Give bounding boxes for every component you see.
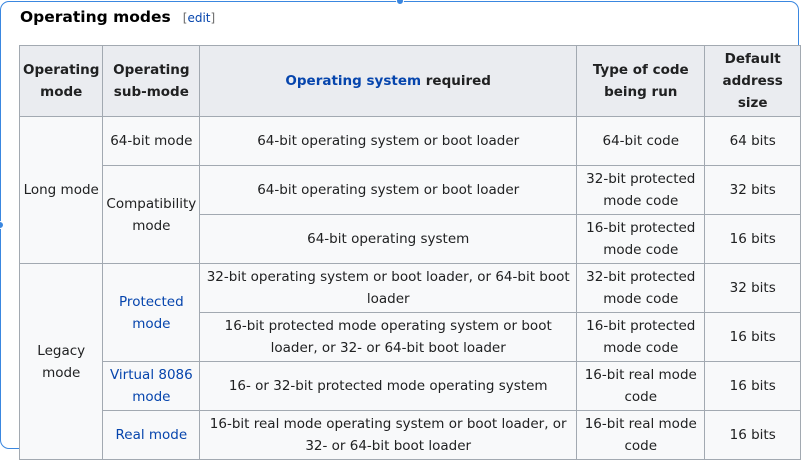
code-cell: 16-bit protected mode code <box>576 312 706 362</box>
operating-modes-table: Operating mode Operating sub-mode Operat… <box>18 45 801 460</box>
col-header-addr: Default address size <box>704 45 801 117</box>
os-cell: 16-bit real mode operating system or boo… <box>199 410 578 460</box>
addr-cell: 32 bits <box>704 165 801 215</box>
submode-link-virtual-8086[interactable]: Virtual 8086 mode <box>102 361 201 411</box>
code-cell: 32-bit protected mode code <box>576 165 706 215</box>
code-cell: 32-bit protected mode code <box>576 263 706 313</box>
edit-section: [edit] <box>182 11 216 25</box>
code-cell: 64-bit code <box>576 116 706 166</box>
edit-link[interactable]: edit <box>187 11 210 25</box>
submode-cell: Compatibility mode <box>102 165 201 264</box>
table-row: Compatibility mode 64-bit operating syst… <box>20 165 801 264</box>
os-cell: 64-bit operating system <box>199 214 578 264</box>
table-row: Real mode 16-bit real mode operating sys… <box>20 410 801 460</box>
table-row: Virtual 8086 mode 16- or 32-bit protecte… <box>20 361 801 411</box>
os-cell: 32-bit operating system or boot loader, … <box>199 263 578 313</box>
addr-cell: 16 bits <box>704 361 801 411</box>
col-header-mode: Operating mode <box>18 45 104 117</box>
os-cell: 64-bit operating system or boot loader <box>199 116 578 166</box>
submode-link-protected[interactable]: Protected mode <box>102 263 201 362</box>
addr-cell: 64 bits <box>704 116 801 166</box>
code-cell: 16-bit real mode code <box>576 410 706 460</box>
col-header-os: Operating system required <box>199 45 578 117</box>
col-header-submode: Operating sub-mode <box>102 45 201 117</box>
section-heading: Operating modes [edit] <box>20 8 215 32</box>
operating-system-link[interactable]: Operating system <box>285 73 421 89</box>
addr-cell: 16 bits <box>704 410 801 460</box>
os-cell: 16- or 32-bit protected mode operating s… <box>199 361 578 411</box>
table-header-row: Operating mode Operating sub-mode Operat… <box>18 45 801 117</box>
col-header-code: Type of code being run <box>576 45 706 117</box>
addr-cell: 32 bits <box>704 263 801 313</box>
table-row: Legacy mode Protected mode 32-bit operat… <box>18 263 801 460</box>
submode-link-real-mode[interactable]: Real mode <box>102 410 201 460</box>
addr-cell: 16 bits <box>704 312 801 362</box>
table-row: Long mode 64-bit mode 64-bit operating s… <box>18 116 801 264</box>
section-title: Operating modes <box>20 8 171 26</box>
os-cell: 16-bit protected mode operating system o… <box>199 312 578 362</box>
group-legacy-mode: Legacy mode <box>18 263 104 460</box>
code-cell: 16-bit real mode code <box>576 361 706 411</box>
submode-cell: 64-bit mode <box>102 116 201 166</box>
os-cell: 64-bit operating system or boot loader <box>199 165 578 215</box>
code-cell: 16-bit protected mode code <box>576 214 706 264</box>
group-long-mode: Long mode <box>18 116 104 264</box>
addr-cell: 16 bits <box>704 214 801 264</box>
